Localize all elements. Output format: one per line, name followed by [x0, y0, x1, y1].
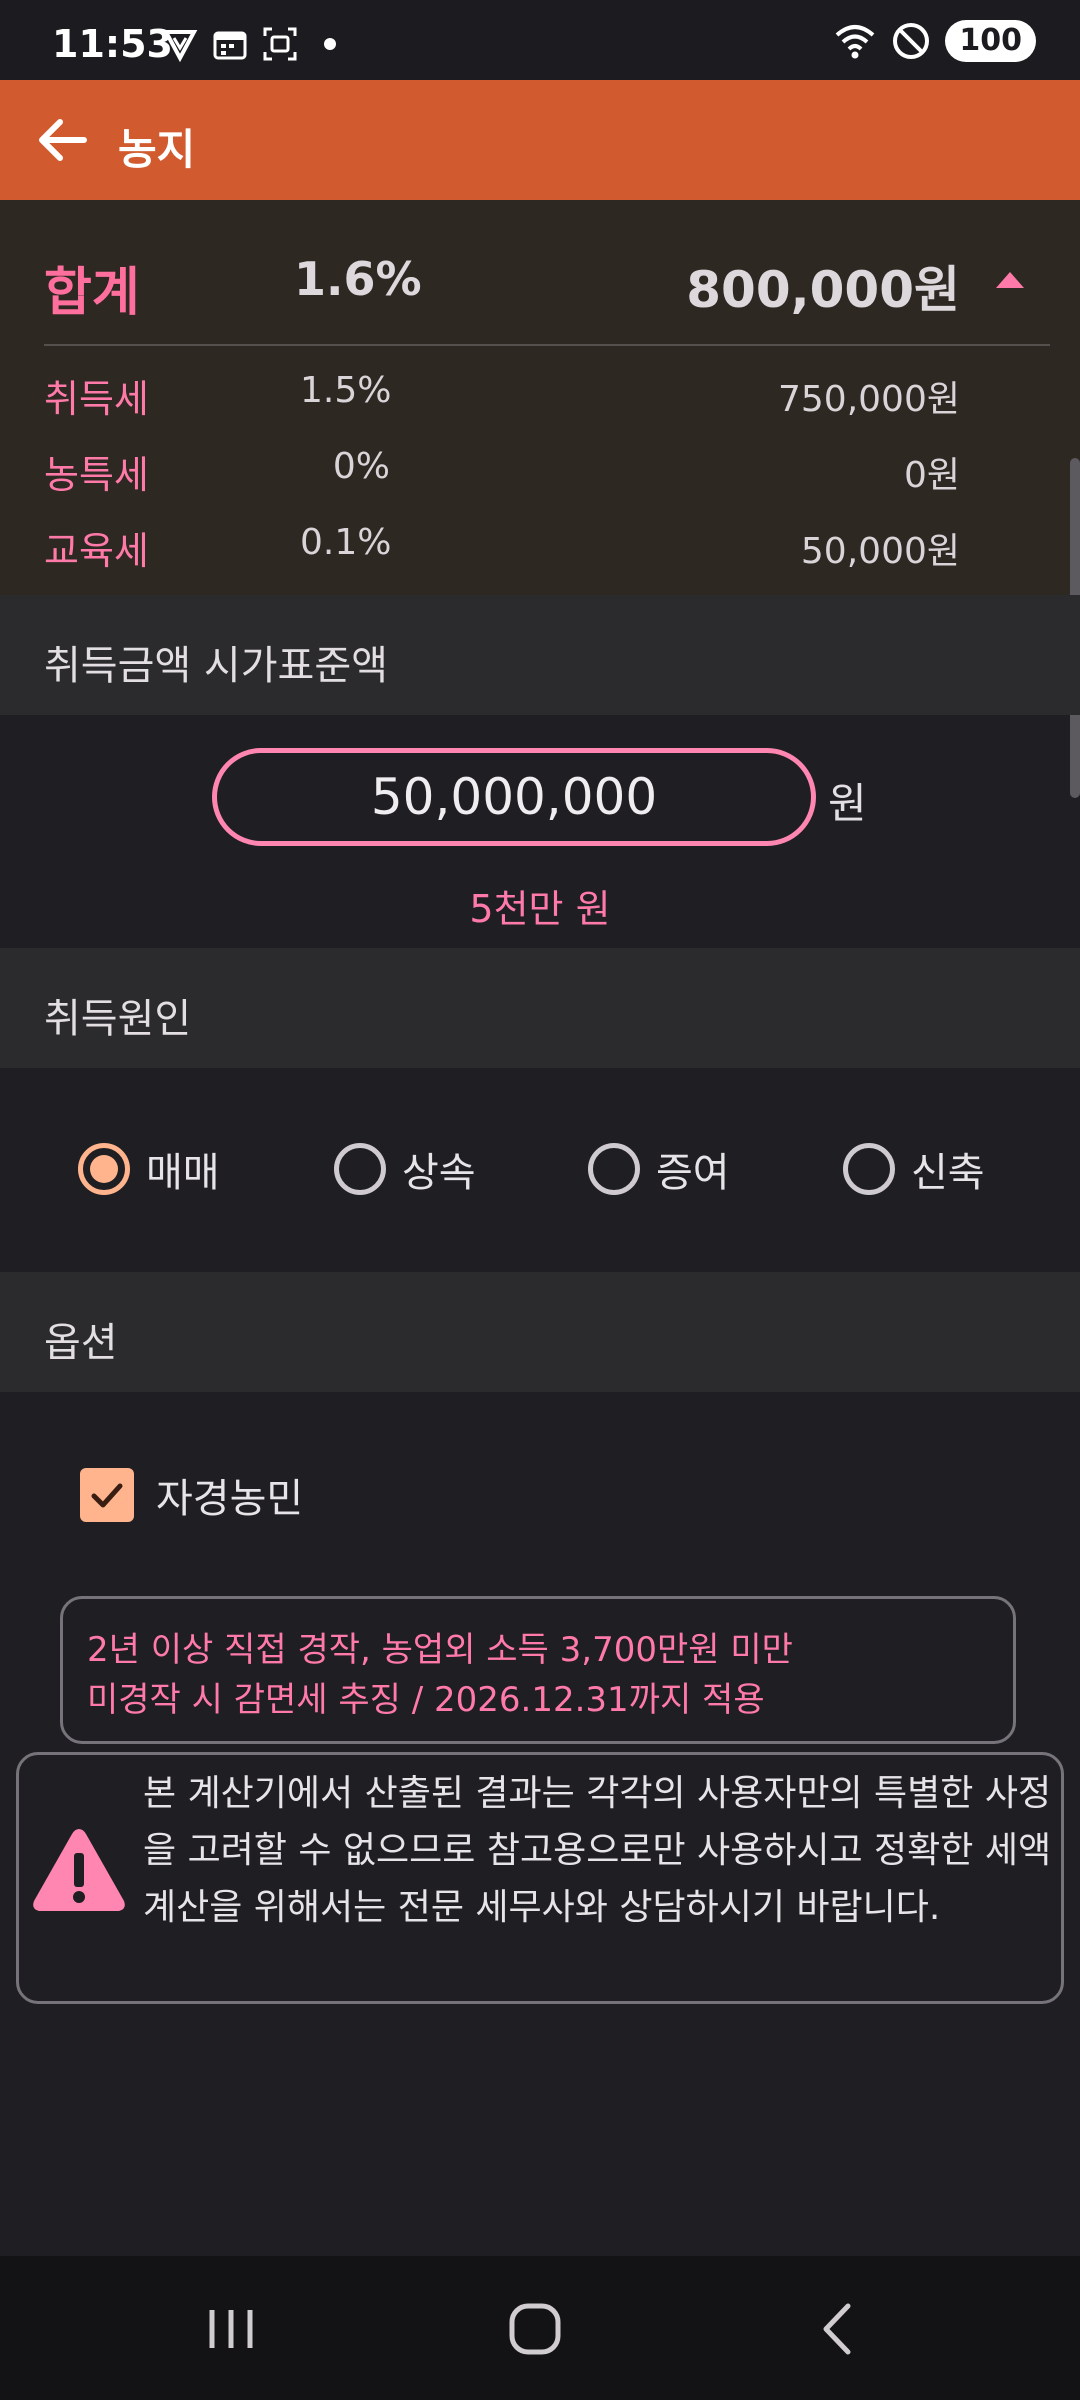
shield-v-icon [162, 30, 198, 62]
acquisition-tax-rate: 1.5% [300, 370, 392, 411]
disclaimer-text: 본 계산기에서 산출된 결과는 각각의 사용자만의 특별한 사정을 고려할 수 … [143, 1773, 1052, 1928]
section-title-options: 옵션 [44, 1320, 118, 1366]
cause-radio-group: 매매 상속 증여 신축 [0, 1140, 1080, 1200]
disclaimer-box: 본 계산기에서 산출된 결과는 각각의 사용자만의 특별한 사정을 고려할 수 … [16, 1752, 1064, 2004]
rural-special-tax-amount: 0원 [903, 455, 960, 496]
back-nav-icon[interactable] [804, 2296, 874, 2362]
do-not-disturb-icon [893, 23, 930, 59]
radio-sale[interactable]: 매매 [78, 1140, 220, 1198]
self-farming-checkbox-row[interactable]: 자경농민 [80, 1466, 303, 1524]
amount-korean-reading: 5천만 원 [469, 887, 611, 931]
section-title-amount: 취득금액 시가표준액 [44, 643, 388, 689]
acquisition-tax-amount: 750,000원 [778, 379, 960, 420]
tax-summary-panel[interactable]: 합계 1.6% 800,000원 취득세 1.5% 750,000원 농특세 0… [0, 200, 1080, 595]
education-tax-amount: 50,000원 [800, 531, 960, 572]
dot-icon [324, 38, 336, 50]
app-bar: 농지 [0, 80, 1080, 200]
radio-gift[interactable]: 증여 [588, 1140, 730, 1198]
section-header-amount: 취득금액 시가표준액 [0, 595, 1080, 715]
education-tax-rate: 0.1% [300, 522, 392, 563]
radio-unselected-icon [588, 1143, 640, 1195]
amount-unit: 원 [828, 779, 867, 828]
radio-label: 상속 [402, 1150, 476, 1196]
section-header-cause: 취득원인 [0, 948, 1080, 1068]
calendar-icon [213, 31, 247, 60]
rural-special-tax-rate: 0% [332, 446, 390, 487]
section-header-options: 옵션 [0, 1272, 1080, 1392]
home-icon[interactable] [500, 2296, 570, 2362]
wifi-icon [836, 25, 875, 59]
collapse-caret-icon[interactable] [992, 268, 1028, 292]
status-bar: 11:53 100 [0, 0, 1080, 80]
radio-new-build[interactable]: 신축 [843, 1140, 985, 1198]
total-rate: 1.6% [294, 252, 422, 306]
rural-special-tax-label: 농특세 [44, 453, 149, 497]
system-nav-bar [0, 2256, 1080, 2400]
checkbox-checked-icon[interactable] [80, 1468, 134, 1522]
summary-divider [44, 344, 1050, 346]
option-note-line1: 2년 이상 직접 경작, 농업외 소득 3,700만원 미만 [87, 1630, 793, 1670]
arrow-left-icon[interactable] [34, 112, 90, 168]
option-note-line2: 미경작 시 감면세 추징 / 2026.12.31까지 적용 [87, 1680, 765, 1720]
warning-icon [33, 1829, 125, 1911]
recent-apps-icon[interactable] [196, 2296, 266, 2362]
total-label: 합계 [44, 263, 140, 323]
acquisition-tax-label: 취득세 [44, 377, 149, 421]
radio-unselected-icon [843, 1143, 895, 1195]
section-title-cause: 취득원인 [44, 996, 192, 1042]
option-note-box: 2년 이상 직접 경작, 농업외 소득 3,700만원 미만 미경작 시 감면세… [60, 1596, 1016, 1744]
page-title: 농지 [118, 125, 196, 174]
total-amount: 800,000원 [686, 261, 960, 319]
battery-indicator: 100 [945, 20, 1036, 62]
screenshot-icon [263, 27, 297, 61]
checkbox-label: 자경농민 [156, 1476, 304, 1522]
radio-label: 증여 [656, 1150, 730, 1196]
education-tax-label: 교육세 [44, 529, 149, 573]
radio-selected-icon [78, 1143, 130, 1195]
radio-label: 신축 [911, 1150, 985, 1196]
radio-label: 매매 [146, 1150, 220, 1196]
radio-unselected-icon [334, 1143, 386, 1195]
amount-input[interactable]: 50,000,000 [212, 748, 816, 846]
status-time: 11:53 [52, 22, 173, 66]
radio-inheritance[interactable]: 상속 [334, 1140, 476, 1198]
